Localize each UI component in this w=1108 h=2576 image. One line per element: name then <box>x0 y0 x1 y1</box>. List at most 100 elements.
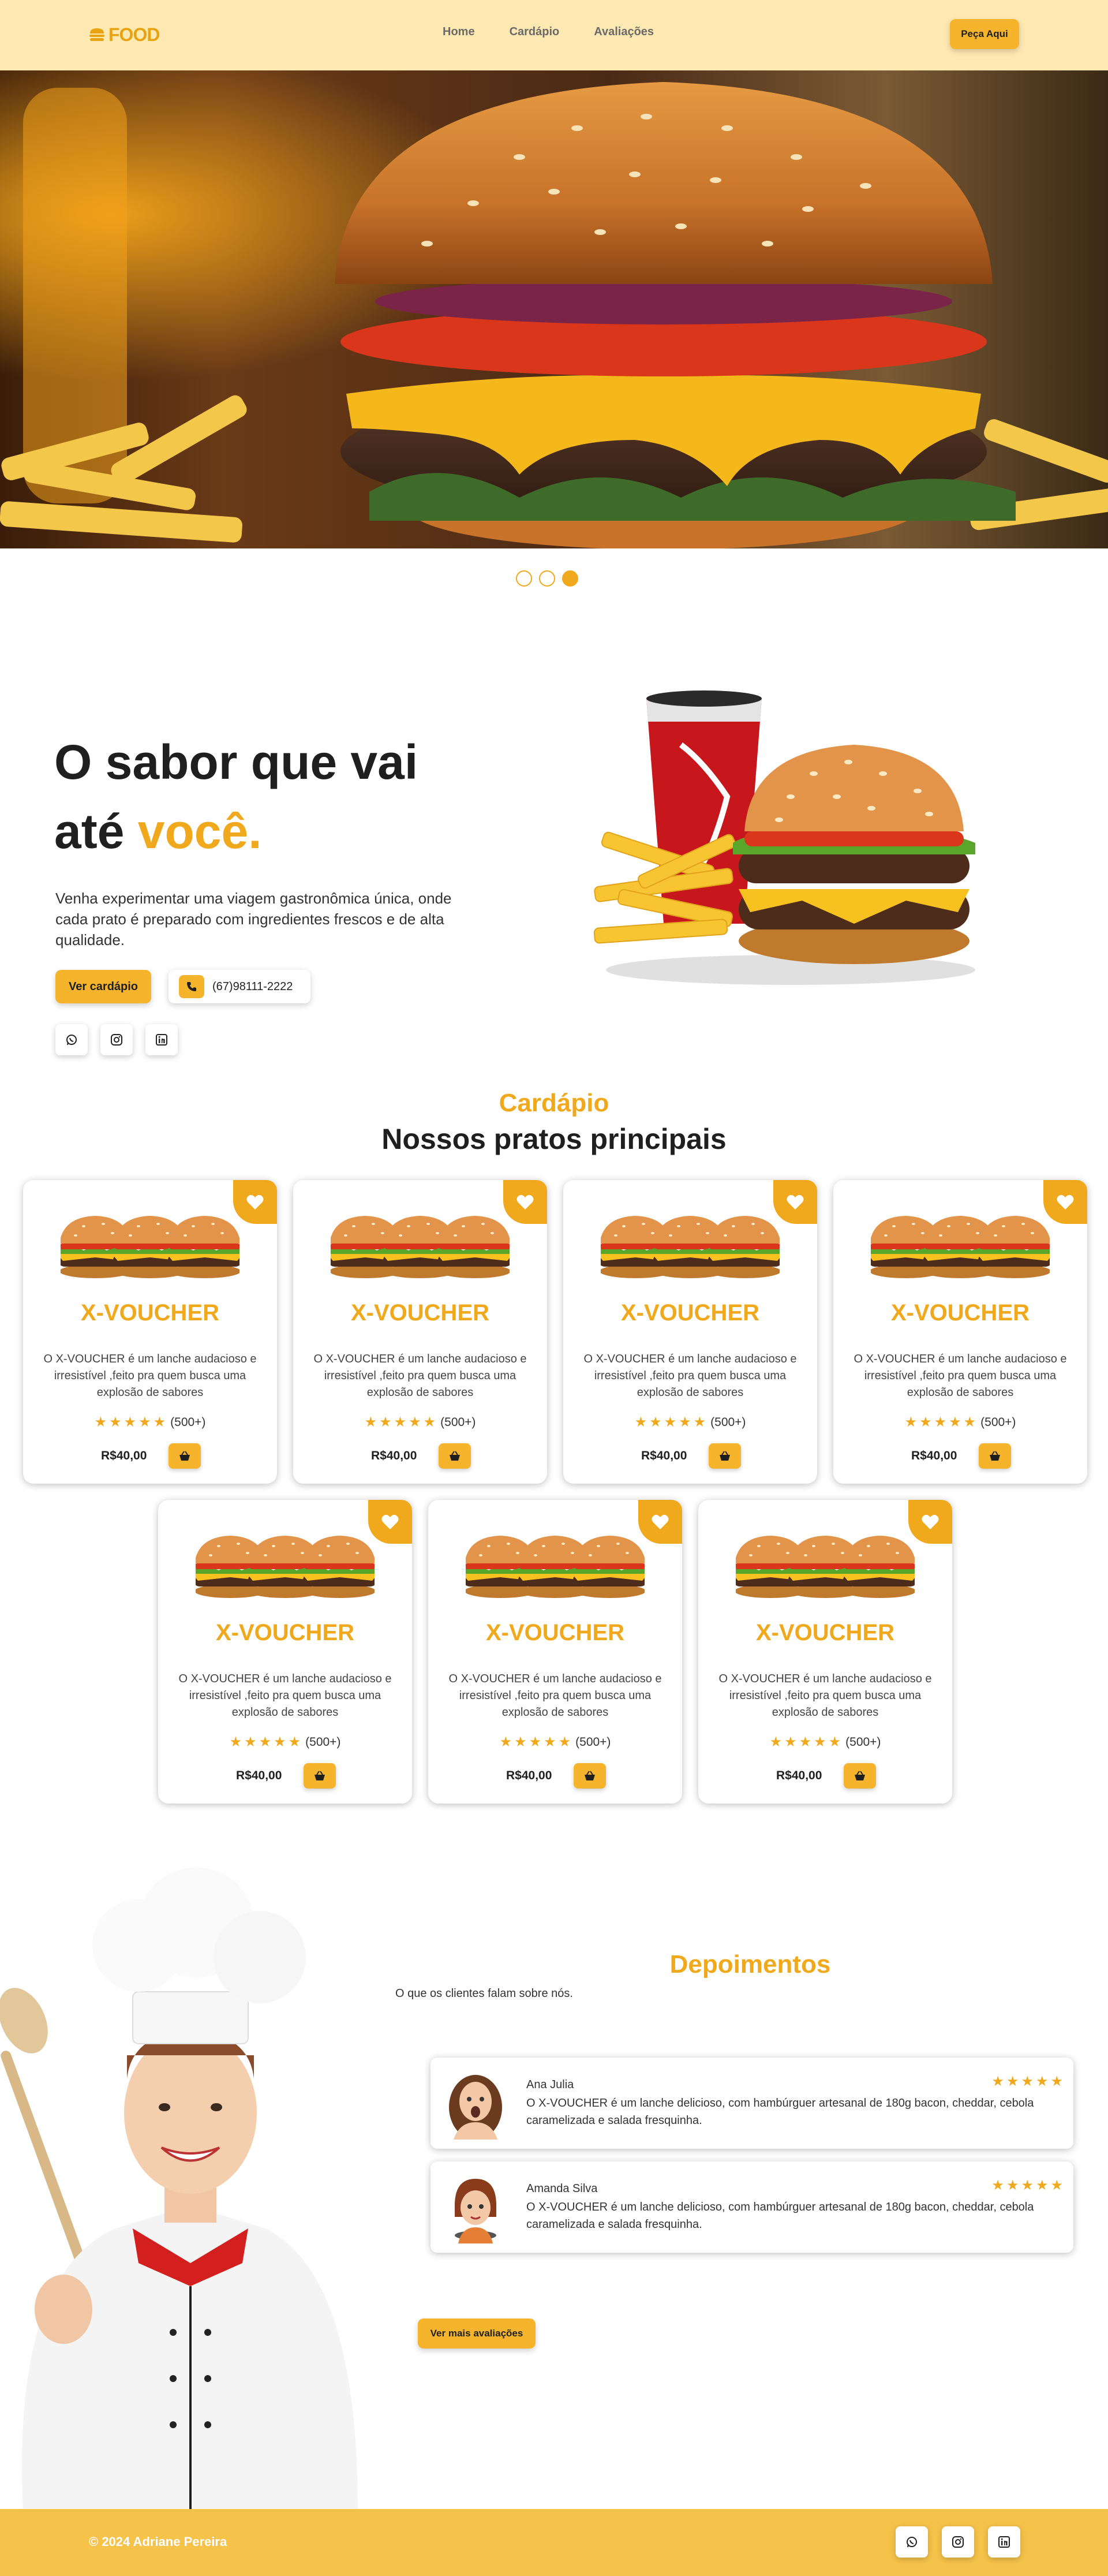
order-button[interactable]: Peça Aqui <box>950 19 1019 49</box>
star-icon: ★ <box>634 1414 647 1430</box>
phone-contact[interactable]: (67)98111-2222 <box>169 970 310 1003</box>
nav-avaliacoes[interactable]: Avaliações <box>594 25 654 39</box>
menu-card[interactable]: X-VOUCHER O X-VOUCHER é um lanche audacio… <box>563 1180 817 1484</box>
add-to-cart-button[interactable] <box>844 1763 876 1789</box>
star-icon: ★ <box>364 1414 377 1430</box>
star-icon: ★ <box>499 1734 512 1750</box>
rating-count: (500+) <box>440 1416 476 1429</box>
star-icon: ★ <box>991 2074 1004 2089</box>
nav-home[interactable]: Home <box>443 25 475 39</box>
star-icon: ★ <box>1006 2178 1019 2193</box>
intro-description: Venha experimentar uma viagem gastronômi… <box>55 890 452 949</box>
avatar-ana-julia <box>449 2075 502 2140</box>
star-icon: ★ <box>693 1414 706 1430</box>
heart-icon <box>1057 1194 1074 1209</box>
burger-logo-icon <box>89 28 104 41</box>
nav-cardapio[interactable]: Cardápio <box>510 25 560 39</box>
star-icon: ★ <box>558 1734 571 1750</box>
menu-card[interactable]: X-VOUCHER O X-VOUCHER é um lanche audacio… <box>158 1500 412 1804</box>
review-author: Amanda Silva <box>526 2182 598 2195</box>
favorite-button[interactable] <box>368 1500 412 1544</box>
star-icon: ★ <box>244 1734 257 1750</box>
instagram-icon <box>952 2536 964 2548</box>
star-icon: ★ <box>409 1414 421 1430</box>
more-reviews-button[interactable]: Ver mais avaliações <box>418 2319 536 2349</box>
favorite-button[interactable] <box>1043 1180 1087 1224</box>
page: FOOD Home Cardápio Avaliações Peça Aqui <box>0 0 1108 2576</box>
star-icon: ★ <box>153 1414 166 1430</box>
testimonials-subtitle: O que os clientes falam sobre nós. <box>395 1987 573 2000</box>
menu-card[interactable]: X-VOUCHER O X-VOUCHER é um lanche audacio… <box>23 1180 277 1484</box>
carousel-dot-3[interactable] <box>562 570 578 587</box>
star-icon: ★ <box>934 1414 947 1430</box>
menu-item-rating: ★ ★ ★ ★ ★ (500+) <box>293 1416 547 1429</box>
star-icon: ★ <box>423 1414 436 1430</box>
star-icon: ★ <box>649 1414 662 1430</box>
rating-count: (500+) <box>305 1735 341 1749</box>
instagram-link[interactable] <box>100 1024 133 1055</box>
rating-count: (500+) <box>170 1416 206 1429</box>
basket-icon <box>315 1771 325 1780</box>
testimonials-title: Depoimentos <box>669 1950 831 1978</box>
avatar-amanda-silva <box>455 2179 496 2243</box>
star-icon: ★ <box>769 1734 783 1750</box>
footer-linkedin-link[interactable] <box>988 2526 1020 2558</box>
menu-card[interactable]: X-VOUCHER O X-VOUCHER é um lanche audacio… <box>428 1500 682 1804</box>
favorite-button[interactable] <box>233 1180 277 1224</box>
menu-item-name: X-VOUCHER <box>890 1300 1030 1326</box>
menu-item-description: O X-VOUCHER é um lanche audacioso e irre… <box>448 1672 662 1719</box>
logo[interactable]: FOOD <box>89 23 160 46</box>
whatsapp-icon <box>66 1035 77 1046</box>
star-icon: ★ <box>259 1734 272 1750</box>
favorite-button[interactable] <box>908 1500 952 1544</box>
star-icon: ★ <box>904 1414 918 1430</box>
star-icon: ★ <box>679 1414 691 1430</box>
carousel-dot-2[interactable] <box>539 570 555 587</box>
heart-icon <box>652 1514 669 1529</box>
add-to-cart-button[interactable] <box>439 1443 471 1469</box>
star-icon: ★ <box>784 1734 797 1750</box>
basket-icon <box>855 1771 865 1780</box>
menu-item-rating: ★ ★ ★ ★ ★ (500+) <box>428 1735 682 1749</box>
chef-image <box>0 1868 358 2511</box>
view-menu-button[interactable]: Ver cardápio <box>55 970 151 1003</box>
burger-image <box>61 1216 239 1278</box>
star-icon: ★ <box>1006 2074 1019 2089</box>
whatsapp-link[interactable] <box>55 1024 88 1055</box>
menu-card[interactable]: X-VOUCHER O X-VOUCHER é um lanche audacio… <box>833 1180 1087 1484</box>
add-to-cart-button[interactable] <box>574 1763 606 1789</box>
star-icon: ★ <box>1050 2074 1063 2089</box>
favorite-button[interactable] <box>638 1500 682 1544</box>
add-to-cart-button[interactable] <box>304 1763 336 1789</box>
footer-instagram-link[interactable] <box>942 2526 974 2558</box>
add-to-cart-button[interactable] <box>979 1443 1011 1469</box>
hero-burger-image <box>0 70 1108 548</box>
linkedin-link[interactable] <box>145 1024 178 1055</box>
star-icon: ★ <box>1035 2074 1049 2089</box>
menu-card[interactable]: X-VOUCHER O X-VOUCHER é um lanche audacio… <box>698 1500 952 1804</box>
basket-icon <box>720 1451 730 1461</box>
menu-item-description: O X-VOUCHER é um lanche audacioso e irre… <box>43 1353 257 1399</box>
star-icon: ★ <box>828 1734 841 1750</box>
burger-image <box>331 1216 510 1278</box>
review-card: Ana Julia O X-VOUCHER é um lanche delici… <box>431 2058 1073 2149</box>
add-to-cart-button[interactable] <box>169 1443 201 1469</box>
star-icon: ★ <box>1021 2074 1034 2089</box>
phone-icon <box>179 975 204 998</box>
star-icon: ★ <box>514 1734 527 1750</box>
menu-card[interactable]: X-VOUCHER O X-VOUCHER é um lanche audacio… <box>293 1180 547 1484</box>
phone-number: (67)98111-2222 <box>212 980 293 993</box>
add-to-cart-button[interactable] <box>709 1443 741 1469</box>
menu-item-price: R$40,00 <box>506 1769 552 1782</box>
rating-count: (500+) <box>845 1735 881 1749</box>
menu-item-price: R$40,00 <box>101 1449 147 1462</box>
burger-image <box>601 1216 780 1278</box>
favorite-button[interactable] <box>503 1180 547 1224</box>
star-icon: ★ <box>138 1414 151 1430</box>
whatsapp-icon <box>907 2537 917 2548</box>
menu-item-name: X-VOUCHER <box>80 1300 220 1326</box>
favorite-button[interactable] <box>773 1180 817 1224</box>
footer-whatsapp-link[interactable] <box>896 2526 928 2558</box>
carousel-dot-1[interactable] <box>516 570 532 587</box>
star-icon: ★ <box>288 1734 301 1750</box>
